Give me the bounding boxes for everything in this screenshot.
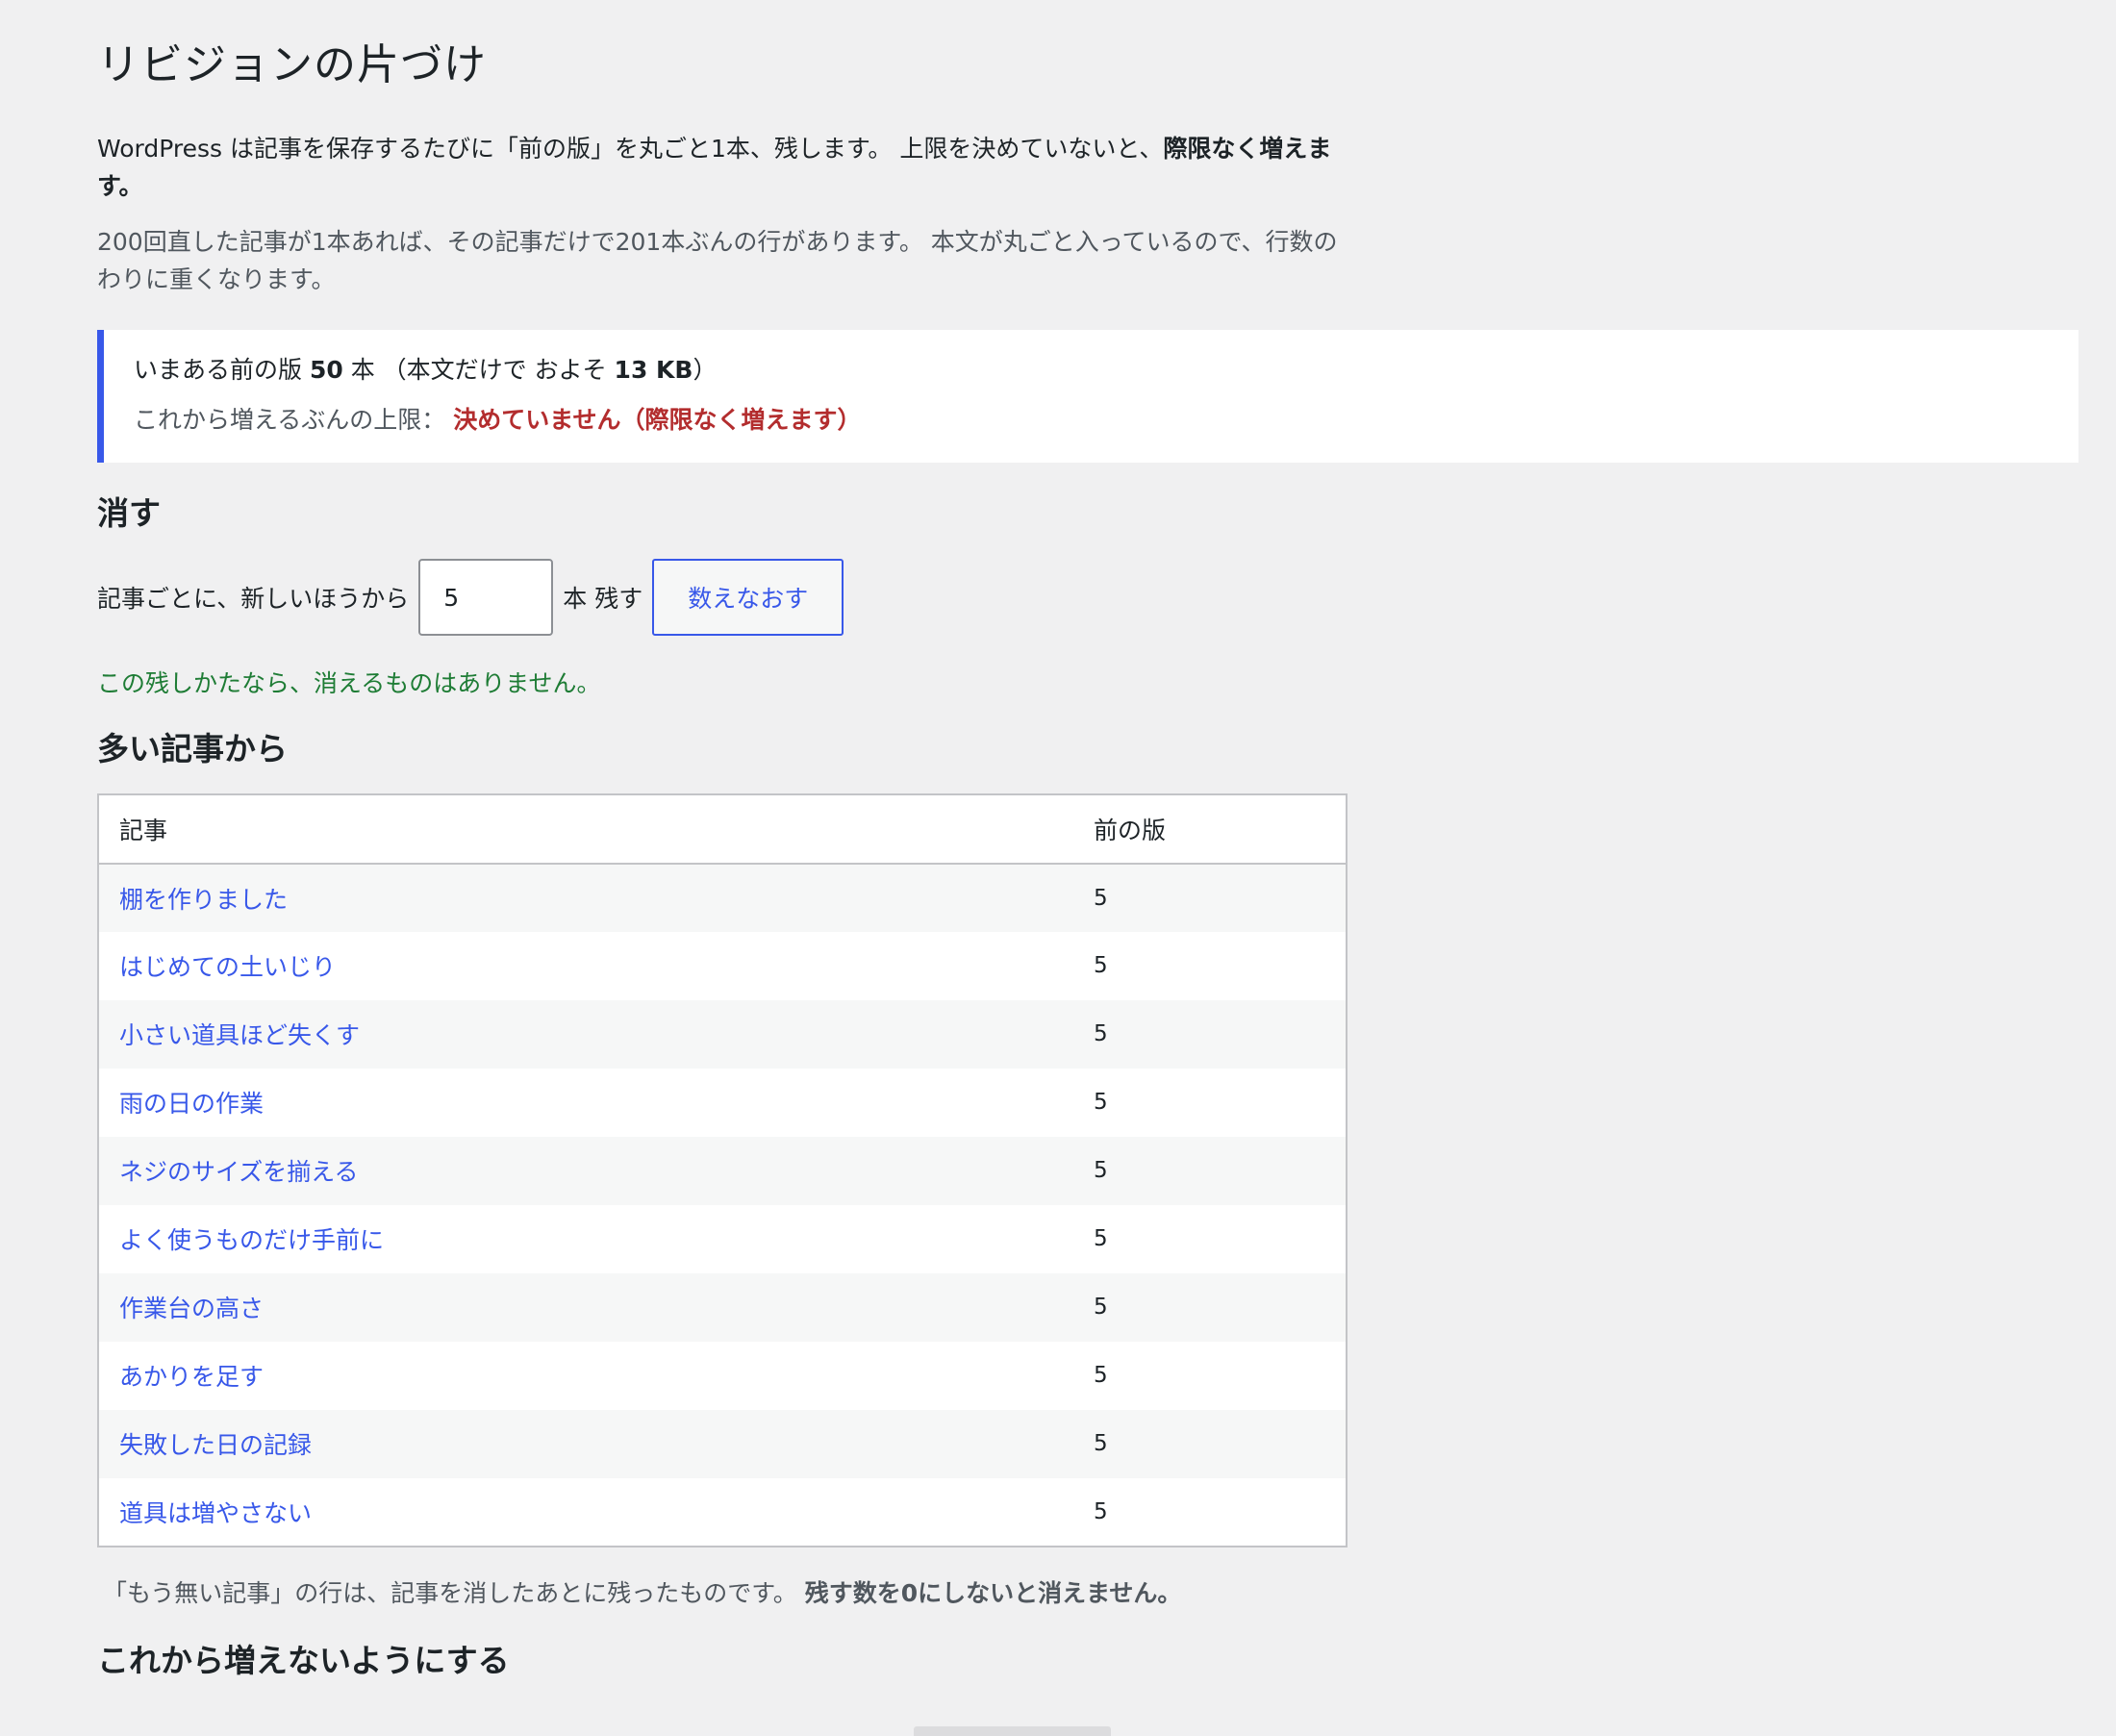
revision-count-cell: 5 (1094, 999, 1347, 1069)
table-row: あかりを足す 5 (98, 1341, 1347, 1410)
post-link[interactable]: 小さい道具ほど失くす (119, 1021, 360, 1049)
table-row: 失敗した日の記録 5 (98, 1409, 1347, 1478)
revision-count-cell: 5 (1094, 1341, 1347, 1410)
footnote-strong: 残す数を0にしないと消えません。 (804, 1578, 1182, 1607)
table-row: 棚を作りました 5 (98, 863, 1347, 932)
revision-count-cell: 5 (1094, 1409, 1347, 1478)
revision-count-cell: 5 (1094, 1068, 1347, 1137)
footnote-text: 「もう無い記事」の行は、記事を消したあとに残ったものです。 (103, 1578, 805, 1607)
post-link[interactable]: ネジのサイズを揃える (119, 1158, 359, 1186)
offscreen-button[interactable] (914, 1726, 1111, 1736)
count-prefix: いまある前の版 (134, 355, 310, 384)
post-link[interactable]: はじめての土いじり (119, 953, 336, 981)
keep-label: 記事ごとに、新しいほうから (97, 585, 410, 614)
column-header-revisions: 前の版 (1094, 793, 1347, 865)
revision-count-cell: 5 (1094, 863, 1347, 932)
post-link[interactable]: 雨の日の作業 (119, 1090, 264, 1118)
table-row: はじめての土いじり 5 (98, 931, 1347, 1000)
intro-text: WordPress は記事を保存するたびに「前の版」を丸ごと1本、残します。 上… (97, 134, 1164, 163)
revision-count-line: いまある前の版 50 本 （本文だけで およそ 13 KB） (134, 351, 2078, 390)
keep-count-row: 記事ごとに、新しいほうから 本 残す 数えなおす (97, 559, 2116, 637)
intro-detail: 200回直した記事が1本あれば、その記事だけで201本ぶんの行があります。 本文… (97, 227, 1338, 293)
post-link[interactable]: 作業台の高さ (119, 1295, 264, 1322)
revision-count-value: 50 (309, 355, 343, 384)
revision-cleanup-page: リビジョンの片づけ WordPress は記事を保存するたびに「前の版」を丸ごと… (0, 0, 2116, 1680)
result-message: この残しかたなら、消えるものはありません。 (97, 669, 601, 698)
size-suffix: ） (693, 355, 718, 384)
table-row: よく使うものだけ手前に 5 (98, 1204, 1347, 1273)
revision-count-cell: 5 (1094, 931, 1347, 1000)
revision-size-value: 13 KB (614, 355, 693, 384)
table-row: 作業台の高さ 5 (98, 1272, 1347, 1342)
limit-line: これから増えるぶんの上限： 決めていません（際限なく増えます） (134, 401, 2078, 440)
table-row: 道具は増やさない 5 (98, 1477, 1347, 1547)
most-revisions-heading: 多い記事から (97, 730, 288, 768)
status-notice: いまある前の版 50 本 （本文だけで およそ 13 KB） これから増えるぶん… (97, 329, 2078, 463)
post-link[interactable]: 棚を作りました (119, 886, 288, 914)
table-row: 雨の日の作業 5 (98, 1068, 1347, 1137)
page-title: リビジョンの片づけ (97, 40, 487, 89)
post-link[interactable]: あかりを足す (119, 1363, 264, 1391)
table-row: 小さい道具ほど失くす 5 (98, 999, 1347, 1069)
count-suffix: 本 （本文だけで およそ (342, 355, 615, 384)
revision-count-cell: 5 (1094, 1136, 1347, 1205)
keep-count-input[interactable] (418, 559, 554, 637)
stop-growth-heading: これから増えないようにする (97, 1641, 510, 1679)
limit-label: これから増えるぶんの上限： (134, 405, 446, 434)
revisions-table: 記事 前の版 棚を作りました 5 はじめての土いじり 5 小さい道具ほど失くす 5 雨… (97, 793, 1348, 1547)
revision-count-cell: 5 (1094, 1204, 1347, 1273)
recount-button[interactable]: 数えなおす (652, 559, 844, 637)
post-link[interactable]: 失敗した日の記録 (119, 1431, 312, 1459)
keep-unit-label: 本 残す (563, 585, 643, 614)
post-link[interactable]: よく使うものだけ手前に (119, 1226, 384, 1254)
limit-value: 決めていません（際限なく増えます） (453, 405, 862, 434)
table-header-row: 記事 前の版 (98, 793, 1347, 865)
post-link[interactable]: 道具は増やさない (119, 1499, 312, 1527)
column-header-post: 記事 (98, 793, 1094, 865)
intro-paragraph: WordPress は記事を保存するたびに「前の版」を丸ごと1本、残します。 上… (97, 130, 1348, 205)
delete-heading: 消す (97, 493, 161, 532)
table-row: ネジのサイズを揃える 5 (98, 1136, 1347, 1205)
revision-count-cell: 5 (1094, 1272, 1347, 1342)
revision-count-cell: 5 (1094, 1477, 1347, 1547)
table-footnote: 「もう無い記事」の行は、記事を消したあとに残ったものです。 残す数を0にしないと… (97, 1574, 2116, 1609)
